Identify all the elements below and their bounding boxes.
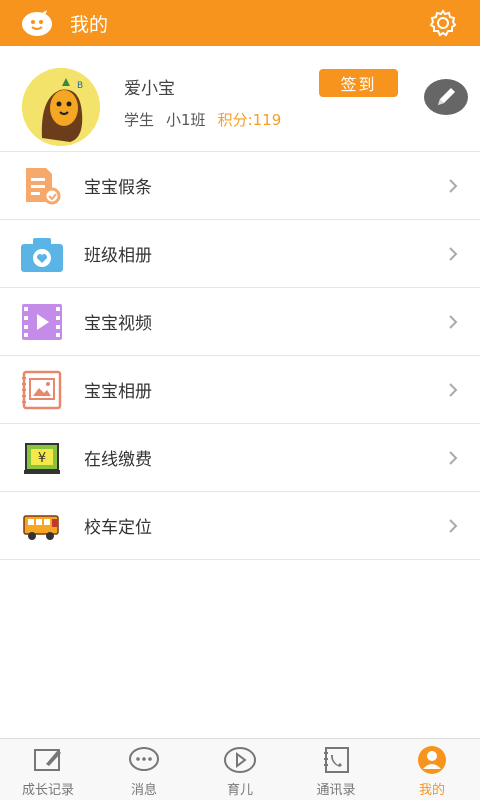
menu-item-label: 在线缴费 <box>84 450 152 470</box>
tab-parenting[interactable]: 育儿 <box>192 739 288 800</box>
video-icon <box>18 298 66 346</box>
menu-item-class-album[interactable]: 班级相册 <box>0 220 480 288</box>
chevron-right-icon <box>446 312 460 332</box>
page-title: 我的 <box>70 13 109 36</box>
photo-album-icon <box>18 366 66 414</box>
menu-list: 宝宝假条 班级相册 宝宝视频 宝宝相册 ¥ 在线缴费 校车定位 <box>0 152 480 560</box>
chevron-right-icon <box>446 448 460 468</box>
menu-item-baby-album[interactable]: 宝宝相册 <box>0 356 480 424</box>
profile-card: B 爱小宝 学生 小1班 积分:119 签到 <box>0 46 480 152</box>
parenting-icon <box>223 745 257 775</box>
user-role: 学生 <box>124 111 155 129</box>
menu-item-label: 校车定位 <box>84 518 152 538</box>
app-logo-icon <box>20 6 54 40</box>
pencil-icon <box>438 88 455 105</box>
menu-item-online-payment[interactable]: ¥ 在线缴费 <box>0 424 480 492</box>
edit-profile-button[interactable] <box>424 79 468 115</box>
tab-label: 育儿 <box>226 783 253 798</box>
tab-label: 我的 <box>418 783 445 798</box>
leave-note-icon <box>18 162 66 210</box>
tab-label: 通讯录 <box>316 783 356 798</box>
message-icon <box>127 745 161 775</box>
chevron-right-icon <box>446 176 460 196</box>
menu-item-label: 宝宝相册 <box>84 382 152 402</box>
checkin-button[interactable]: 签到 <box>319 69 398 97</box>
menu-item-baby-video[interactable]: 宝宝视频 <box>0 288 480 356</box>
chevron-right-icon <box>446 516 460 536</box>
school-bus-icon <box>18 502 66 550</box>
payment-icon: ¥ <box>18 434 66 482</box>
menu-item-label: 宝宝视频 <box>84 314 152 334</box>
menu-item-label: 宝宝假条 <box>84 178 152 198</box>
chevron-right-icon <box>446 244 460 264</box>
chevron-right-icon <box>446 380 460 400</box>
svg-text:B: B <box>77 81 83 91</box>
growth-record-icon <box>31 745 65 775</box>
menu-item-label: 班级相册 <box>84 246 152 266</box>
user-class: 小1班 <box>166 111 206 129</box>
tab-label: 消息 <box>130 783 157 798</box>
menu-item-school-bus[interactable]: 校车定位 <box>0 492 480 560</box>
camera-icon <box>18 230 66 278</box>
profile-icon <box>415 745 449 775</box>
tab-growth-record[interactable]: 成长记录 <box>0 739 96 800</box>
bottom-tab-bar: 成长记录 消息 育儿 通讯录 我的 <box>0 738 480 800</box>
tab-messages[interactable]: 消息 <box>96 739 192 800</box>
top-bar: 我的 <box>0 0 480 46</box>
tab-label: 成长记录 <box>21 783 74 798</box>
contacts-icon <box>319 745 353 775</box>
svg-text:¥: ¥ <box>38 451 46 466</box>
user-meta: 学生 小1班 积分:119 <box>124 109 281 130</box>
avatar[interactable]: B <box>22 68 100 146</box>
tab-mine[interactable]: 我的 <box>384 739 480 800</box>
menu-item-leave-note[interactable]: 宝宝假条 <box>0 152 480 220</box>
settings-gear-icon[interactable] <box>426 6 460 40</box>
user-name: 爱小宝 <box>124 79 175 99</box>
tab-contacts[interactable]: 通讯录 <box>288 739 384 800</box>
user-points: 积分:119 <box>217 111 282 129</box>
